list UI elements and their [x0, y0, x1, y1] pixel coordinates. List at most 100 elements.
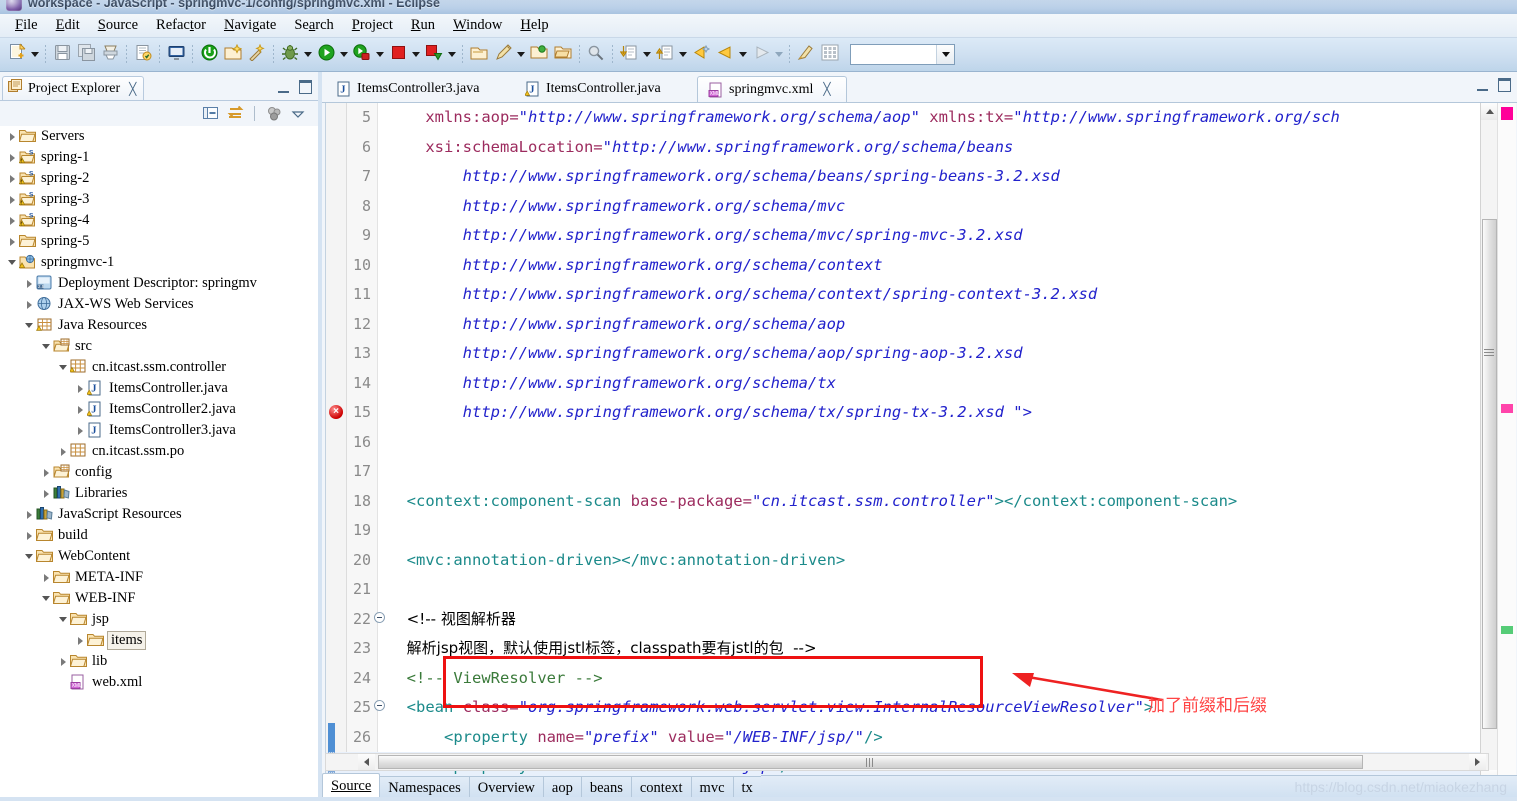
code-line[interactable]: 11 http://www.springframework.org/schema… [326, 280, 1488, 310]
code-line[interactable]: 22 <!-- 视图解析器 [326, 605, 1488, 635]
validate-button[interactable] [132, 44, 154, 66]
code-line[interactable]: 19 [326, 516, 1488, 546]
collapse-all-icon[interactable] [201, 104, 221, 124]
bottom-tab-beans[interactable]: beans [580, 776, 632, 799]
code-line[interactable]: × 15 http://www.springframework.org/schem… [326, 398, 1488, 428]
menu-item-navigate[interactable]: Navigate [215, 15, 285, 36]
terminate-button[interactable] [387, 44, 409, 66]
tree-item-itemscontroller3-java[interactable]: J ItemsController3.java [0, 420, 318, 441]
tree-item-java-resources[interactable]: Java Resources [0, 315, 318, 336]
quick-fix-button[interactable] [246, 43, 268, 66]
previous-annotation-button[interactable] [654, 44, 676, 66]
code-line[interactable]: 12 http://www.springframework.org/schema… [326, 310, 1488, 340]
perspective-button[interactable] [819, 44, 841, 66]
code-line[interactable]: 7 http://www.springframework.org/schema/… [326, 162, 1488, 192]
tree-item-config[interactable]: config [0, 462, 318, 483]
minimize-icon[interactable] [278, 82, 289, 93]
expand-arrow-open-icon[interactable] [56, 609, 70, 630]
expand-arrow-closed-icon[interactable] [5, 126, 19, 147]
expand-arrow-closed-icon[interactable] [39, 462, 53, 483]
working-set-combo[interactable] [850, 44, 955, 65]
close-icon[interactable]: ╳ [823, 82, 830, 97]
profile-button[interactable] [423, 44, 445, 66]
run-external-dropdown-arrow[interactable] [374, 44, 386, 66]
save-all-button[interactable] [75, 43, 97, 66]
code-line[interactable]: 23 解析jsp视图，默认使用jstl标签，classpath要有jstl的包 … [326, 634, 1488, 664]
tree-item-spring-2[interactable]: S! spring-2 [0, 168, 318, 189]
tree-item-deployment-descriptor-springmv[interactable]: 2.5 Deployment Descriptor: springmv [0, 273, 318, 294]
menu-item-help[interactable]: Help [511, 15, 557, 36]
menu-item-source[interactable]: Source [89, 15, 147, 36]
code-line[interactable]: 14 http://www.springframework.org/schema… [326, 369, 1488, 399]
code-lines[interactable]: 5 xmlns:aop="http://www.springframework.… [326, 103, 1488, 786]
expand-arrow-closed-icon[interactable] [22, 525, 36, 546]
tree-item-spring-3[interactable]: S! spring-3 [0, 189, 318, 210]
open-task-button[interactable] [528, 44, 550, 66]
menu-item-window[interactable]: Window [444, 15, 511, 36]
new-annotation-button[interactable] [492, 43, 514, 66]
expand-arrow-closed-icon[interactable] [73, 420, 87, 441]
code-line[interactable]: 8 http://www.springframework.org/schema/… [326, 192, 1488, 222]
expand-arrow-open-icon[interactable] [5, 252, 19, 273]
tree-item-items[interactable]: items [0, 630, 318, 651]
save-button[interactable] [51, 44, 73, 66]
expand-arrow-open-icon[interactable] [22, 315, 36, 336]
chevron-down-icon[interactable] [936, 45, 954, 64]
tree-item-spring-1[interactable]: S! spring-1 [0, 147, 318, 168]
tree-item-web-xml[interactable]: XML web.xml [0, 672, 318, 693]
expand-arrow-closed-icon[interactable] [39, 483, 53, 504]
tree-item-springmvc-1[interactable]: springmvc-1 [0, 252, 318, 273]
code-line[interactable]: 18 <context:component-scan base-package=… [326, 487, 1488, 517]
code-line[interactable]: 13 http://www.springframework.org/schema… [326, 339, 1488, 369]
profile-dropdown-arrow[interactable] [446, 44, 458, 66]
tree-item-cn-itcast-ssm-controller[interactable]: cn.itcast.ssm.controller [0, 357, 318, 378]
print-button[interactable] [99, 44, 121, 66]
source-editor[interactable]: 5 xmlns:aop="http://www.springframework.… [325, 103, 1489, 787]
editor-horizontal-scrollbar[interactable] [325, 753, 1489, 771]
bottom-tab-aop[interactable]: aop [542, 776, 582, 799]
menu-item-edit[interactable]: Edit [47, 15, 89, 36]
open-console-button[interactable] [165, 44, 187, 66]
forward-button[interactable] [750, 44, 772, 66]
overview-marker[interactable] [1501, 404, 1513, 413]
open-resource-button[interactable] [552, 44, 574, 66]
chevron-down-icon[interactable] [288, 104, 308, 124]
tree-item-javascript-resources[interactable]: JavaScript Resources [0, 504, 318, 525]
previous-annotation-dropdown-arrow[interactable] [677, 44, 689, 66]
project-tree[interactable]: Servers S! spring-1 S! spring-2 S! spring-3 S! s… [0, 126, 318, 801]
tree-item-servers[interactable]: Servers [0, 126, 318, 147]
tree-item-itemscontroller2-java[interactable]: J ItemsController2.java [0, 399, 318, 420]
overview-marker[interactable] [1501, 107, 1513, 120]
code-line[interactable]: 5 xmlns:aop="http://www.springframework.… [326, 103, 1488, 133]
bottom-tab-overview[interactable]: Overview [468, 776, 544, 799]
expand-arrow-closed-icon[interactable] [39, 567, 53, 588]
code-line[interactable]: 6 xsi:schemaLocation="http://www.springf… [326, 133, 1488, 163]
expand-arrow-open-icon[interactable] [22, 546, 36, 567]
maximize-icon[interactable] [299, 80, 312, 94]
expand-arrow-closed-icon[interactable] [5, 189, 19, 210]
expand-arrow-open-icon[interactable] [56, 357, 70, 378]
expand-arrow-closed-icon[interactable] [22, 294, 36, 315]
expand-arrow-closed-icon[interactable] [56, 441, 70, 462]
expand-arrow-open-icon[interactable] [39, 588, 53, 609]
bottom-tab-context[interactable]: context [630, 776, 692, 799]
bottom-tab-source[interactable]: Source [322, 773, 381, 799]
menu-item-project[interactable]: Project [343, 15, 402, 36]
editor-tab-itemscontroller3-java[interactable]: J ItemsController3.java [326, 76, 511, 102]
back-button[interactable] [714, 44, 736, 66]
tree-item-jax-ws-web-services[interactable]: JAX-WS Web Services [0, 294, 318, 315]
tree-item-build[interactable]: build [0, 525, 318, 546]
editor-tab-springmvc-xml[interactable]: XML springmvc.xml ╳ [697, 76, 847, 102]
expand-arrow-closed-icon[interactable] [73, 399, 87, 420]
tree-item-src[interactable]: src [0, 336, 318, 357]
overview-ruler[interactable] [1497, 103, 1516, 787]
next-annotation-button[interactable] [618, 44, 640, 66]
new-wizard-dropdown-arrow[interactable] [29, 44, 41, 66]
vertical-scroll-thumb[interactable] [1482, 219, 1497, 729]
tree-item-spring-4[interactable]: S! spring-4 [0, 210, 318, 231]
next-annotation-dropdown-arrow[interactable] [641, 44, 653, 66]
link-editor-icon[interactable] [225, 104, 245, 124]
code-line[interactable]: 24 <!-- ViewResolver --> [326, 664, 1488, 694]
new-wizard-button[interactable] [6, 43, 28, 66]
bottom-tab-namespaces[interactable]: Namespaces [379, 776, 470, 799]
